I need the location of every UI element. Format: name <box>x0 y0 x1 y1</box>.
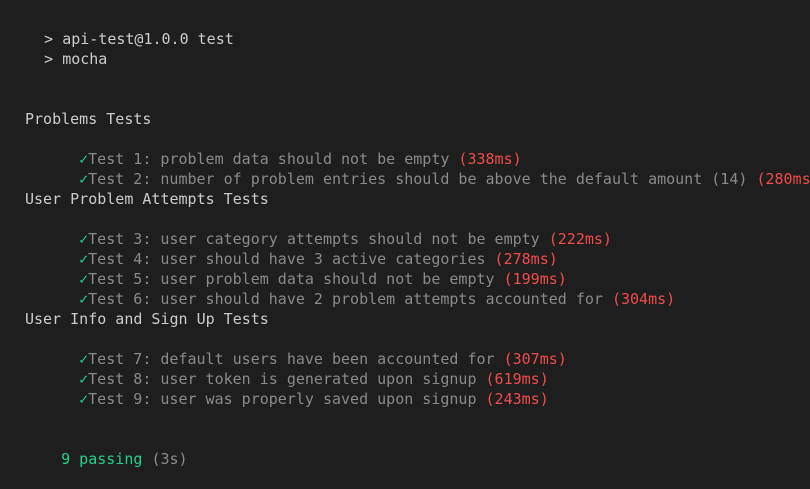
test-duration: (222ms) <box>548 230 612 248</box>
check-icon: ✓ <box>79 170 89 188</box>
check-icon: ✓ <box>79 390 89 408</box>
prompt-symbol: > <box>44 50 54 68</box>
suite-title: User Problem Attempts Tests <box>25 190 269 208</box>
suite-title: User Info and Sign Up Tests <box>25 310 269 328</box>
command-text: mocha <box>62 50 108 68</box>
test-duration: (243ms) <box>485 390 549 408</box>
test-result: ✓Test 9: user was properly saved upon si… <box>43 369 549 408</box>
test-result: ✓Test 1: problem data should not be empt… <box>43 129 522 168</box>
test-summary: 9 passing (3s) <box>25 429 187 468</box>
test-result: ✓Test 5: user problem data should not be… <box>43 249 567 288</box>
test-result: ✓Test 6: user should have 2 problem atte… <box>43 269 675 308</box>
terminal-output[interactable]: > api-test@1.0.0 test > mocha Problems T… <box>0 0 810 468</box>
test-result: ✓Test 2: number of problem entries shoul… <box>43 149 810 188</box>
check-icon: ✓ <box>79 290 89 308</box>
test-duration: (304ms) <box>611 290 676 308</box>
total-duration: (3s) <box>151 450 188 468</box>
test-description: Test 9: user was properly saved upon sig… <box>88 390 477 408</box>
test-result: ✓Test 3: user category attempts should n… <box>43 209 612 248</box>
test-result: ✓Test 7: default users have been account… <box>43 329 567 368</box>
test-description: Test 6: user should have 2 problem attem… <box>88 290 603 308</box>
test-description: Test 2: number of problem entries should… <box>88 170 748 188</box>
suite-title: Problems Tests <box>25 110 152 128</box>
test-result: ✓Test 4: user should have 3 active categ… <box>43 229 558 268</box>
command-line: > mocha <box>8 29 107 68</box>
test-result: ✓Test 8: user token is generated upon si… <box>43 349 549 388</box>
test-duration: (280ms) <box>756 170 810 188</box>
passing-count: 9 passing <box>61 450 143 468</box>
command-line: > api-test@1.0.0 test <box>8 9 234 48</box>
